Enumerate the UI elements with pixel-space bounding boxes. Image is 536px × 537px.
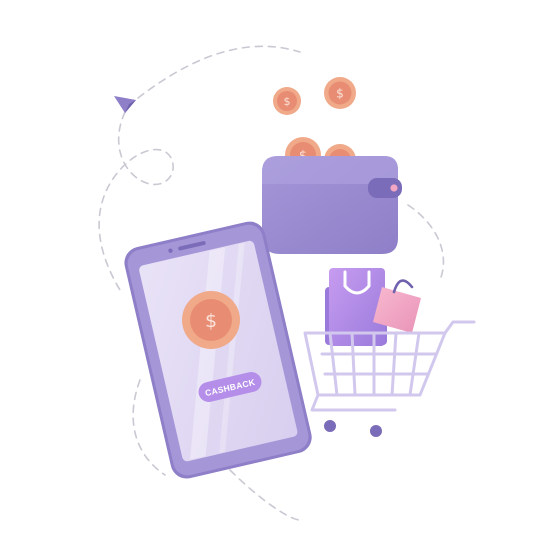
coin-icon: $ [273,87,301,115]
svg-text:$: $ [336,87,344,101]
coin-icon: $ [324,77,356,109]
wallet-icon: $ [262,137,402,254]
cashback-illustration: $ $ $ CASHBACK [98,45,476,521]
smartphone-icon [124,221,312,479]
svg-text:$: $ [284,95,291,108]
paper-plane-icon [114,96,136,113]
coin-icon: $ [182,291,240,349]
svg-text:$: $ [205,310,217,332]
shopping-cart-icon [303,268,476,437]
